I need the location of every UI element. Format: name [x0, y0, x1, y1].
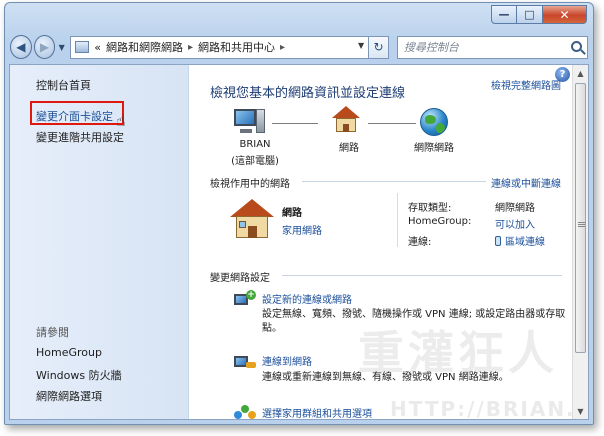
map-node-network: 網路	[324, 139, 374, 154]
navigation-bar: ◀ ▶ ▼ « 網路和網際網路 ▸ 網路和共用中心 ▸ ▼ ↻ 搜尋控制台	[10, 32, 588, 62]
forward-arrow-icon[interactable]: ▶	[33, 35, 56, 59]
see-also-label: 請參閱	[36, 326, 69, 339]
homegroup-label: HomeGroup:	[408, 216, 472, 227]
network-name: 網路	[282, 208, 302, 219]
watermark-url: HTTP://BRIAN.COM	[390, 397, 593, 421]
control-panel-icon	[75, 41, 90, 53]
scrollbar-thumb[interactable]	[575, 83, 586, 353]
search-input[interactable]: 搜尋控制台	[396, 35, 588, 59]
recent-pages-dropdown-icon[interactable]: ▼	[57, 43, 66, 52]
vertical-scrollbar[interactable]: ▲ ▼	[572, 65, 588, 419]
internet-globe-icon	[420, 108, 448, 136]
sidebar-item-change-adapter-settings[interactable]: 變更介面卡設定	[36, 108, 113, 124]
breadcrumb-network-sharing-center[interactable]: 網路和共用中心	[198, 39, 275, 55]
scroll-up-icon[interactable]: ▲	[573, 65, 588, 81]
map-node-label: 網際網路	[414, 143, 454, 154]
local-connection-label: 區域連線	[505, 237, 545, 248]
search-placeholder: 搜尋控制台	[403, 41, 459, 54]
maximize-button[interactable]: □	[517, 5, 543, 24]
hand-cursor-icon: ☝	[116, 111, 126, 130]
access-type-value: 網際網路	[495, 203, 535, 214]
sidebar-item-homegroup[interactable]: HomeGroup	[36, 346, 102, 359]
map-node-label: 網路	[339, 143, 359, 154]
watermark-logo: 重灌狂人	[358, 326, 558, 380]
homegroup-join-link[interactable]: 可以加入	[495, 216, 535, 231]
map-node-internet: 網際網路	[404, 139, 464, 154]
breadcrumb-separator-icon[interactable]: ▸	[188, 42, 193, 53]
breadcrumb-separator-icon[interactable]: ▸	[280, 42, 285, 53]
change-settings-heading: 變更網路設定	[210, 273, 270, 284]
breadcrumb-overflow[interactable]: «	[94, 41, 101, 54]
refresh-button[interactable]: ↻	[369, 35, 389, 59]
homegroup-sharing-options-link[interactable]: 選擇家用群組和共用選項	[262, 405, 372, 420]
minimize-button[interactable]: —	[491, 5, 517, 24]
details-divider	[397, 193, 398, 247]
map-node-label: BRIAN	[239, 139, 271, 150]
map-node-computer: BRIAN (這部電腦)	[220, 139, 290, 167]
address-bar[interactable]: « 網路和網際網路 ▸ 網路和共用中心 ▸ ▼	[70, 35, 370, 59]
main-panel: ? 檢視您基本的網路資訊並設定連線 檢視完整網路圖 BRIAN (這部電腦) 網…	[190, 65, 593, 421]
section-divider	[282, 275, 562, 276]
access-type-label: 存取類型:	[408, 203, 452, 214]
caption-buttons: — □ ✕	[491, 5, 587, 24]
breadcrumb-network-internet[interactable]: 網路和網際網路	[106, 39, 183, 55]
scroll-down-icon[interactable]: ▼	[573, 403, 588, 419]
sidebar-item-advanced-sharing[interactable]: 變更進階共用設定	[36, 129, 124, 145]
sidebar-item-internet-options[interactable]: 網際網路選項	[36, 388, 102, 404]
network-type-link[interactable]: 家用網路	[282, 222, 322, 237]
page-title: 檢視您基本的網路資訊並設定連線	[210, 86, 406, 101]
view-full-map-link[interactable]: 檢視完整網路圖	[491, 77, 561, 92]
plug-icon	[495, 236, 501, 246]
setup-new-connection-link[interactable]: 設定新的連線或網路	[262, 291, 352, 306]
map-node-sublabel: (這部電腦)	[231, 156, 279, 167]
content-area: 控制台首頁 變更介面卡設定 ☝ 變更進階共用設定 請參閱 HomeGroup W…	[9, 64, 593, 421]
connect-to-network-link[interactable]: 連線到網路	[262, 353, 312, 368]
sidebar: 控制台首頁 變更介面卡設定 ☝ 變更進階共用設定 請參閱 HomeGroup W…	[10, 65, 189, 419]
close-button[interactable]: ✕	[543, 5, 587, 24]
connection-label: 連線:	[408, 237, 432, 248]
sidebar-item-home[interactable]: 控制台首頁	[36, 77, 91, 93]
connect-disconnect-link[interactable]: 連線或中斷連線	[491, 175, 561, 190]
local-connection-link[interactable]: 區域連線	[495, 233, 545, 248]
connect-network-icon	[234, 352, 256, 372]
new-connection-icon: +	[234, 290, 256, 310]
back-arrow-icon[interactable]: ◀	[10, 35, 32, 59]
homegroup-options-icon	[234, 403, 256, 423]
section-divider	[302, 181, 486, 182]
sidebar-item-firewall[interactable]: Windows 防火牆	[36, 367, 122, 383]
map-connector	[368, 123, 416, 124]
map-connector	[272, 123, 318, 124]
control-panel-window: — □ ✕ ◀ ▶ ▼ « 網路和網際網路 ▸ 網路和共用中心 ▸ ▼ ↻ 搜尋…	[4, 2, 594, 425]
address-dropdown-icon[interactable]: ▼	[358, 41, 364, 50]
search-icon[interactable]	[570, 40, 582, 52]
active-networks-heading: 檢視作用中的網路	[210, 179, 290, 190]
